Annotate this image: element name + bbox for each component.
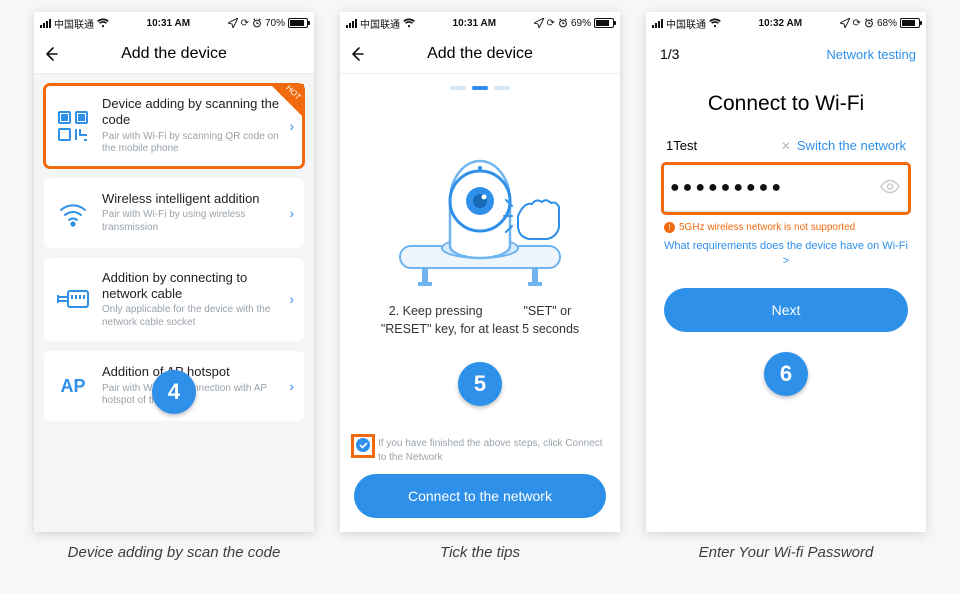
nav-header: 1/3 Network testing <box>646 34 926 74</box>
signal-icon <box>346 19 357 28</box>
carrier-label: 中国联通 <box>54 16 94 31</box>
show-password-icon[interactable] <box>880 179 900 198</box>
nav-header: Add the device <box>34 34 314 74</box>
step-badge-4: 4 <box>152 370 196 414</box>
caption-3: Enter Your Wi-fi Password <box>646 544 926 561</box>
button-label: Connect to the network <box>408 488 552 504</box>
location-icon <box>534 18 544 28</box>
chevron-right-icon: › <box>289 205 294 221</box>
battery-percent: 68% <box>877 18 897 29</box>
option-title: Wireless intelligent addition <box>102 191 292 207</box>
option-subtitle: Pair with Wi-Fi by scanning QR code on t… <box>102 131 292 156</box>
check-icon <box>356 438 370 452</box>
warning-icon: ! <box>664 222 675 233</box>
page-title: Add the device <box>427 45 533 63</box>
carrier-label: 中国联通 <box>360 16 400 31</box>
phone-screen-3: 中国联通 10:32 AM ⟳ 68% 1/3 Networ <box>646 12 926 532</box>
warning-text: 5GHz wireless network is not supported <box>679 222 855 233</box>
device-options-list: HOT Device adding by scanning the code P… <box>34 74 314 532</box>
location-icon <box>840 18 850 28</box>
link-label: Switch the network <box>797 138 906 153</box>
wifi-icon <box>97 18 109 28</box>
option-wireless[interactable]: Wireless intelligent addition Pair with … <box>44 178 304 248</box>
password-field-highlight <box>664 165 908 212</box>
phone-screen-1: 中国联通 10:31 AM ⟳ 70% <box>34 12 314 532</box>
network-testing-link[interactable]: Network testing <box>826 34 916 74</box>
location-icon <box>228 18 238 28</box>
step-badge-6: 6 <box>764 352 808 396</box>
link-label: What requirements does the device have o… <box>664 240 908 267</box>
option-subtitle: Pair with Wi-Fi by connection with AP ho… <box>102 383 292 408</box>
status-bar: 中国联通 10:31 AM ⟳ 69% <box>340 12 620 34</box>
qr-icon <box>56 109 90 143</box>
lock-rotation-icon: ⟳ <box>853 18 861 29</box>
wifi-icon <box>403 18 415 28</box>
lock-rotation-icon: ⟳ <box>547 18 555 29</box>
back-arrow-icon <box>348 45 366 63</box>
battery-icon <box>594 18 614 28</box>
option-title: Addition of AP hotspot <box>102 364 292 380</box>
alarm-icon <box>558 18 568 28</box>
option-scan-qr[interactable]: HOT Device adding by scanning the code P… <box>44 84 304 168</box>
warning-5ghz: ! 5GHz wireless network is not supported <box>664 222 908 233</box>
clock-label: 10:32 AM <box>721 18 840 29</box>
confirm-checkbox-label: If you have finished the above steps, cl… <box>378 437 606 464</box>
wifi-icon <box>709 18 721 28</box>
close-icon: ✕ <box>781 139 791 153</box>
camera-illustration <box>340 96 620 302</box>
wifi-large-icon <box>56 196 90 230</box>
instruction-text: 2. Keep pressing "SET" or "RESET" key, f… <box>340 302 620 338</box>
back-arrow-icon <box>42 45 60 63</box>
page-title: Connect to Wi-Fi <box>664 92 908 116</box>
confirm-checkbox-row[interactable]: If you have finished the above steps, cl… <box>340 431 620 474</box>
chevron-right-icon: › <box>289 291 294 307</box>
option-title: Device adding by scanning the code <box>102 96 292 129</box>
ap-icon: AP <box>56 369 90 403</box>
option-title: Addition by connecting to network cable <box>102 270 292 303</box>
connect-network-button[interactable]: Connect to the network <box>354 474 606 518</box>
wifi-requirements-link[interactable]: What requirements does the device have o… <box>664 239 908 270</box>
battery-percent: 69% <box>571 18 591 29</box>
caption-2: Tick the tips <box>340 544 620 561</box>
page-indicator <box>340 74 620 96</box>
nav-header: Add the device <box>340 34 620 74</box>
carrier-label: 中国联通 <box>666 16 706 31</box>
confirm-checkbox-highlight <box>354 437 372 455</box>
chevron-right-icon: › <box>289 378 294 394</box>
signal-icon <box>652 19 663 28</box>
wifi-password-input[interactable] <box>664 165 908 212</box>
clock-label: 10:31 AM <box>109 18 228 29</box>
caption-1: Device adding by scan the code <box>34 544 314 561</box>
phone-screen-2: 中国联通 10:31 AM ⟳ 69% Ad <box>340 12 620 532</box>
next-button[interactable]: Next <box>664 288 908 332</box>
chevron-right-icon: › <box>289 118 294 134</box>
signal-icon <box>40 19 51 28</box>
alarm-icon <box>864 18 874 28</box>
button-label: Next <box>772 302 801 318</box>
caption-row: Device adding by scan the code Tick the … <box>34 544 926 561</box>
option-subtitle: Only applicable for the device with the … <box>102 304 292 329</box>
step-badge-5: 5 <box>458 362 502 406</box>
battery-icon <box>900 18 920 28</box>
alarm-icon <box>252 18 262 28</box>
status-bar: 中国联通 10:31 AM ⟳ 70% <box>34 12 314 34</box>
status-bar: 中国联通 10:32 AM ⟳ 68% <box>646 12 926 34</box>
option-ethernet[interactable]: Addition by connecting to network cable … <box>44 258 304 342</box>
step-indicator: 1/3 <box>660 34 679 74</box>
ssid-label: 1Test <box>666 138 697 153</box>
instruction-prefix: 2. Keep pressing <box>389 304 483 318</box>
battery-percent: 70% <box>265 18 285 29</box>
page-title: Add the device <box>121 45 227 63</box>
clock-label: 10:31 AM <box>415 18 534 29</box>
lock-rotation-icon: ⟳ <box>241 18 249 29</box>
link-label: Network testing <box>826 47 916 62</box>
back-button[interactable] <box>42 34 60 73</box>
switch-network-link[interactable]: ✕ Switch the network <box>781 138 906 153</box>
option-subtitle: Pair with Wi-Fi by using wireless transm… <box>102 209 292 234</box>
ap-icon-text: AP <box>60 376 85 397</box>
battery-icon <box>288 18 308 28</box>
ethernet-icon <box>56 282 90 316</box>
back-button[interactable] <box>348 34 366 73</box>
